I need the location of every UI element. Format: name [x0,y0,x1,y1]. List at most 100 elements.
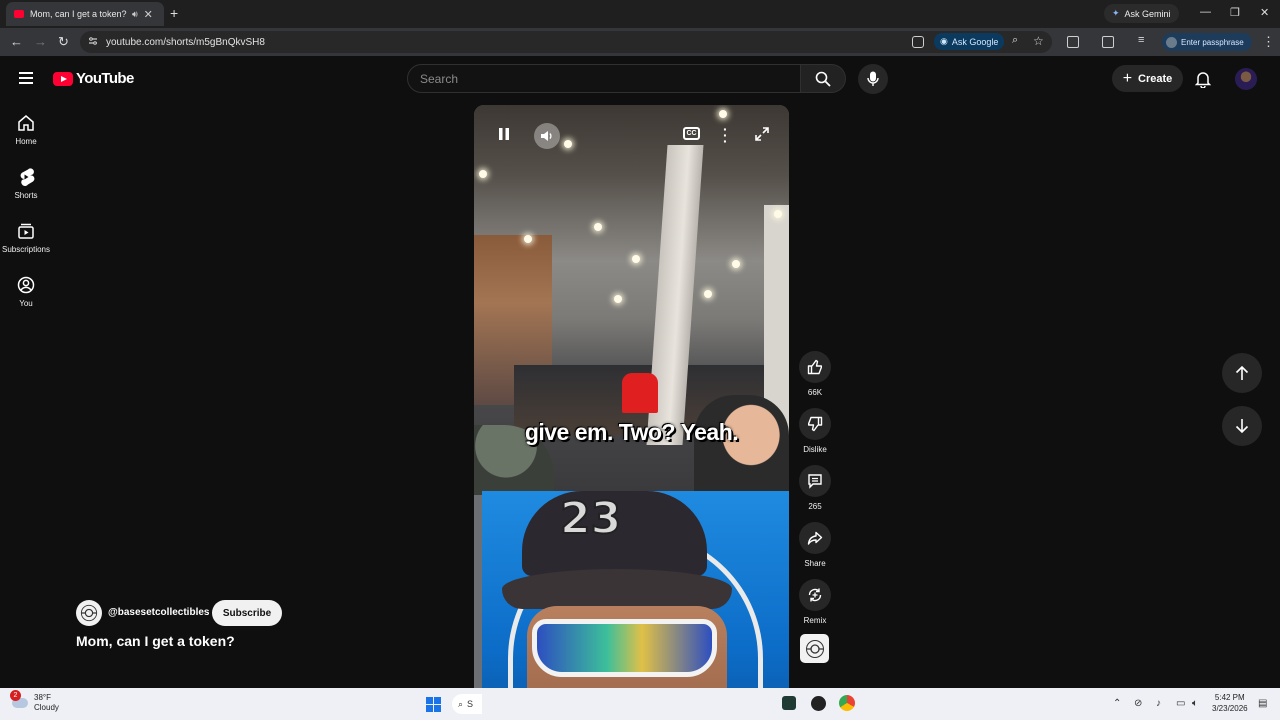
comments-button[interactable] [799,465,831,497]
video-frame-bottom: 23 [482,491,789,720]
sidebar-item-shorts[interactable]: Shorts [0,168,52,200]
subscriptions-icon [18,223,34,239]
close-window-button[interactable]: ✕ [1260,6,1269,19]
search-button[interactable] [801,64,846,93]
fullscreen-button[interactable] [754,126,770,142]
dislike-action[interactable]: Dislike [795,408,835,454]
more-options-icon[interactable]: · · · [723,122,728,148]
youtube-play-icon [53,71,73,86]
video-title[interactable]: Mom, can I get a token? [76,633,235,649]
channel-thumbnail[interactable] [800,634,829,663]
video-caption-text: give em. Two? Yeah. [524,419,739,445]
previous-video-button[interactable] [1222,353,1262,393]
extensions-icon[interactable] [1067,36,1079,48]
ask-gemini-label: Ask Gemini [1124,8,1171,19]
weather-temp: 38°F [34,693,51,702]
create-button[interactable]: + Create [1112,65,1183,92]
taskbar-app-icon[interactable] [782,696,796,710]
media-controls-icon[interactable]: ≡ [1138,34,1144,46]
comments-action[interactable]: 265 [795,465,835,511]
home-icon [18,115,34,131]
plus-icon: + [1122,69,1133,87]
omnibox[interactable]: youtube.com/shorts/m5gBnQkvSH8 [80,31,1052,53]
share-label: Share [804,559,826,568]
subscribe-button[interactable]: Subscribe [212,600,282,626]
taskbar-search[interactable]: ⌕ S [452,694,482,714]
tab-title: Mom, can I get a token? - YouTube [30,9,128,19]
forward-button[interactable]: → [34,34,47,49]
captions-button[interactable]: CC [683,127,700,140]
profile-avatar-icon [1166,36,1177,48]
thumbs-down-icon [808,416,823,432]
sidebar-item-subscriptions[interactable]: Subscriptions [0,222,52,254]
minimize-button[interactable]: — [1200,6,1211,18]
microphone-icon [867,71,879,86]
remix-button[interactable] [799,579,831,611]
chrome-taskbar-icon[interactable] [839,695,855,711]
channel-handle[interactable]: @basesetcollectibles [108,607,209,618]
search-box [407,64,801,93]
like-button[interactable] [799,351,831,383]
side-panel-icon[interactable] [1102,36,1114,48]
shorts-icon [20,168,35,186]
network-off-icon[interactable]: ⊘ [1134,698,1142,709]
profile-passphrase-button[interactable]: Enter passphrase [1162,33,1252,51]
search-input[interactable] [408,65,800,92]
dislike-button[interactable] [799,408,831,440]
sidebar-item-label: Subscriptions [1,245,51,254]
back-button[interactable]: ← [10,34,23,49]
browser-menu-icon[interactable]: ⋮ [1262,34,1275,50]
zoom-icon[interactable]: ⌕ [1012,34,1018,47]
youtube-logo[interactable]: YouTube [53,70,134,87]
windows-taskbar: 2 38°F Cloudy ⌕ S ⌃ ⊘ ♪ ▭ 🔈︎ 5:42 PM 3/2… [0,688,1280,720]
guide-menu-button[interactable] [19,72,33,87]
arrow-up-icon [1235,365,1249,380]
taskbar-search-icon: ⌕ [458,698,464,709]
tab-close-icon[interactable]: ✕ [144,8,153,21]
speaker-tray-icon[interactable]: 🔈︎ [1192,698,1198,709]
url-text: youtube.com/shorts/m5gBnQkvSH8 [106,36,265,48]
remix-action[interactable]: Remix [795,579,835,625]
ask-google-label: Ask Google [951,36,999,47]
restore-button[interactable]: ❐ [1230,6,1240,19]
notifications-button[interactable] [1195,70,1211,88]
reload-button[interactable]: ↻ [58,34,69,50]
mic-tray-icon[interactable]: ♪ [1156,698,1161,709]
taskbar-app-icon[interactable] [811,696,826,711]
install-app-icon[interactable] [912,36,924,48]
share-action[interactable]: Share [795,522,835,568]
tab-audio-icon[interactable]: 🔊︎ [132,9,138,20]
sidebar-item-home[interactable]: Home [0,114,52,146]
tray-overflow-icon[interactable]: ⌃ [1113,698,1121,709]
voice-search-button[interactable] [858,64,888,94]
ask-google-button[interactable]: ◉ Ask Google [934,33,1005,50]
channel-avatar[interactable] [76,600,102,626]
weather-desc: Cloudy [34,703,59,712]
bell-icon [1195,72,1211,88]
like-action[interactable]: 66K [795,351,835,397]
volume-button[interactable] [534,123,560,149]
share-button[interactable] [799,522,831,554]
browser-tab[interactable]: Mom, can I get a token? - YouTube 🔊︎ ✕ [6,2,164,26]
display-tray-icon[interactable]: ▭ [1176,698,1185,709]
search-icon [815,71,831,87]
sidebar-item-you[interactable]: You [0,276,52,308]
share-icon [807,531,823,545]
weather-widget[interactable]: 2 38°F Cloudy [10,690,59,713]
site-info-icon[interactable] [88,36,98,46]
comment-count: 265 [808,502,822,511]
pause-button[interactable] [498,127,510,141]
notification-center-icon[interactable]: ▤ [1258,698,1267,709]
user-avatar[interactable] [1235,68,1257,90]
bookmark-star-icon[interactable]: ☆ [1033,34,1044,48]
new-tab-button[interactable]: + [170,5,178,21]
ask-gemini-button[interactable]: ✦ Ask Gemini [1104,4,1179,23]
comment-icon [808,474,822,489]
passphrase-label: Enter passphrase [1181,37,1244,47]
shorts-video-player[interactable]: give em. Two? Yeah. 23 CC · · · [474,105,789,720]
system-clock[interactable]: 5:42 PM 3/23/2026 [1212,692,1248,714]
next-video-button[interactable] [1222,406,1262,446]
windows-start-icon[interactable] [426,697,441,712]
create-label: Create [1138,72,1173,85]
channel-logo-icon [805,639,824,658]
